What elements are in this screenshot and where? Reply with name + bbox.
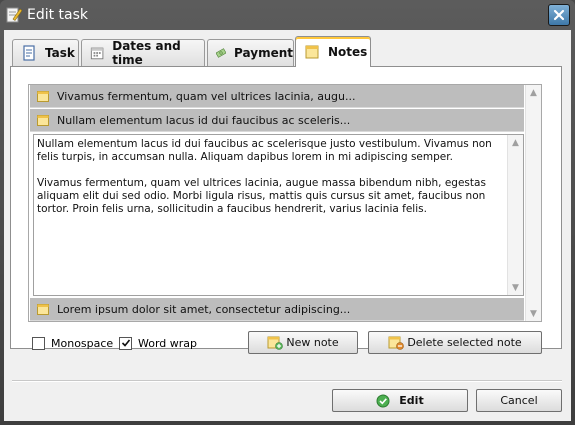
monospace-option[interactable]: Monospace: [32, 335, 113, 351]
notes-list-scrollbar[interactable]: ▲ ▼: [525, 85, 541, 321]
edit-pencil-icon: [6, 7, 22, 23]
checkmark-circle-icon: [376, 394, 390, 407]
notes-list: Vivamus fermentum, quam vel ultrices lac…: [28, 84, 542, 322]
tab-payment-label: Payment: [234, 46, 293, 60]
close-button[interactable]: [548, 4, 570, 26]
note-title: Nullam elementum lacus id dui faucibus a…: [57, 113, 351, 127]
scroll-down-arrow-icon[interactable]: ▼: [526, 306, 541, 321]
tab-task-label: Task: [45, 46, 75, 60]
title-bar[interactable]: Edit task: [0, 0, 575, 30]
new-note-icon: [267, 336, 284, 350]
footer-divider: [12, 380, 562, 382]
scroll-up-arrow-icon[interactable]: ▲: [508, 135, 523, 150]
tab-dates-and-time-label: Dates and time: [112, 39, 181, 67]
edit-task-window: Edit task Task Dates and time Payment No…: [0, 0, 575, 425]
edit-button[interactable]: Edit: [332, 389, 468, 412]
tab-dates-and-time[interactable]: Dates and time: [81, 39, 205, 67]
new-note-button[interactable]: New note: [248, 331, 358, 354]
tab-notes[interactable]: Notes: [295, 36, 371, 67]
monospace-checkbox[interactable]: [32, 336, 45, 350]
note-text-editor[interactable]: Nullam elementum lacus id dui faucibus a…: [33, 134, 524, 296]
delete-note-icon: [388, 336, 405, 350]
dialog-client-area: Task Dates and time Payment Notes Vivamu…: [4, 30, 571, 421]
note-icon: [305, 45, 319, 59]
cancel-button-label: Cancel: [500, 394, 538, 407]
scroll-up-arrow-icon[interactable]: ▲: [526, 85, 541, 100]
note-icon: [37, 90, 49, 102]
word-wrap-label: Word wrap: [138, 336, 198, 350]
close-icon: [553, 9, 565, 21]
tab-task[interactable]: Task: [12, 39, 79, 66]
calendar-icon: [90, 47, 104, 60]
checkmark-icon: [121, 339, 130, 347]
new-note-label: New note: [286, 336, 339, 349]
money-icon: [216, 48, 227, 58]
edit-button-label: Edit: [399, 394, 424, 407]
scroll-down-arrow-icon[interactable]: ▼: [508, 280, 523, 295]
delete-selected-note-button[interactable]: Delete selected note: [368, 331, 542, 354]
note-icon: [37, 114, 49, 126]
tab-notes-label: Notes: [328, 45, 368, 59]
word-wrap-option[interactable]: Word wrap: [119, 335, 197, 351]
note-title: Vivamus fermentum, quam vel ultrices lac…: [57, 89, 356, 103]
delete-selected-note-label: Delete selected note: [407, 336, 522, 349]
note-icon: [37, 303, 49, 315]
tab-payment[interactable]: Payment: [207, 39, 294, 66]
monospace-label: Monospace: [51, 336, 114, 350]
word-wrap-checkbox[interactable]: [119, 336, 132, 350]
note-body-text[interactable]: Nullam elementum lacus id dui faucibus a…: [37, 138, 503, 216]
cancel-button[interactable]: Cancel: [476, 389, 562, 412]
note-header[interactable]: Lorem ipsum dolor sit amet, consectetur …: [30, 298, 524, 321]
window-title: Edit task: [27, 7, 89, 23]
note-body-scrollbar[interactable]: ▲ ▼: [507, 135, 523, 295]
task-icon: [23, 45, 35, 61]
note-title: Lorem ipsum dolor sit amet, consectetur …: [57, 302, 351, 316]
note-header-expanded[interactable]: Nullam elementum lacus id dui faucibus a…: [30, 109, 524, 132]
note-header[interactable]: Vivamus fermentum, quam vel ultrices lac…: [30, 85, 524, 108]
